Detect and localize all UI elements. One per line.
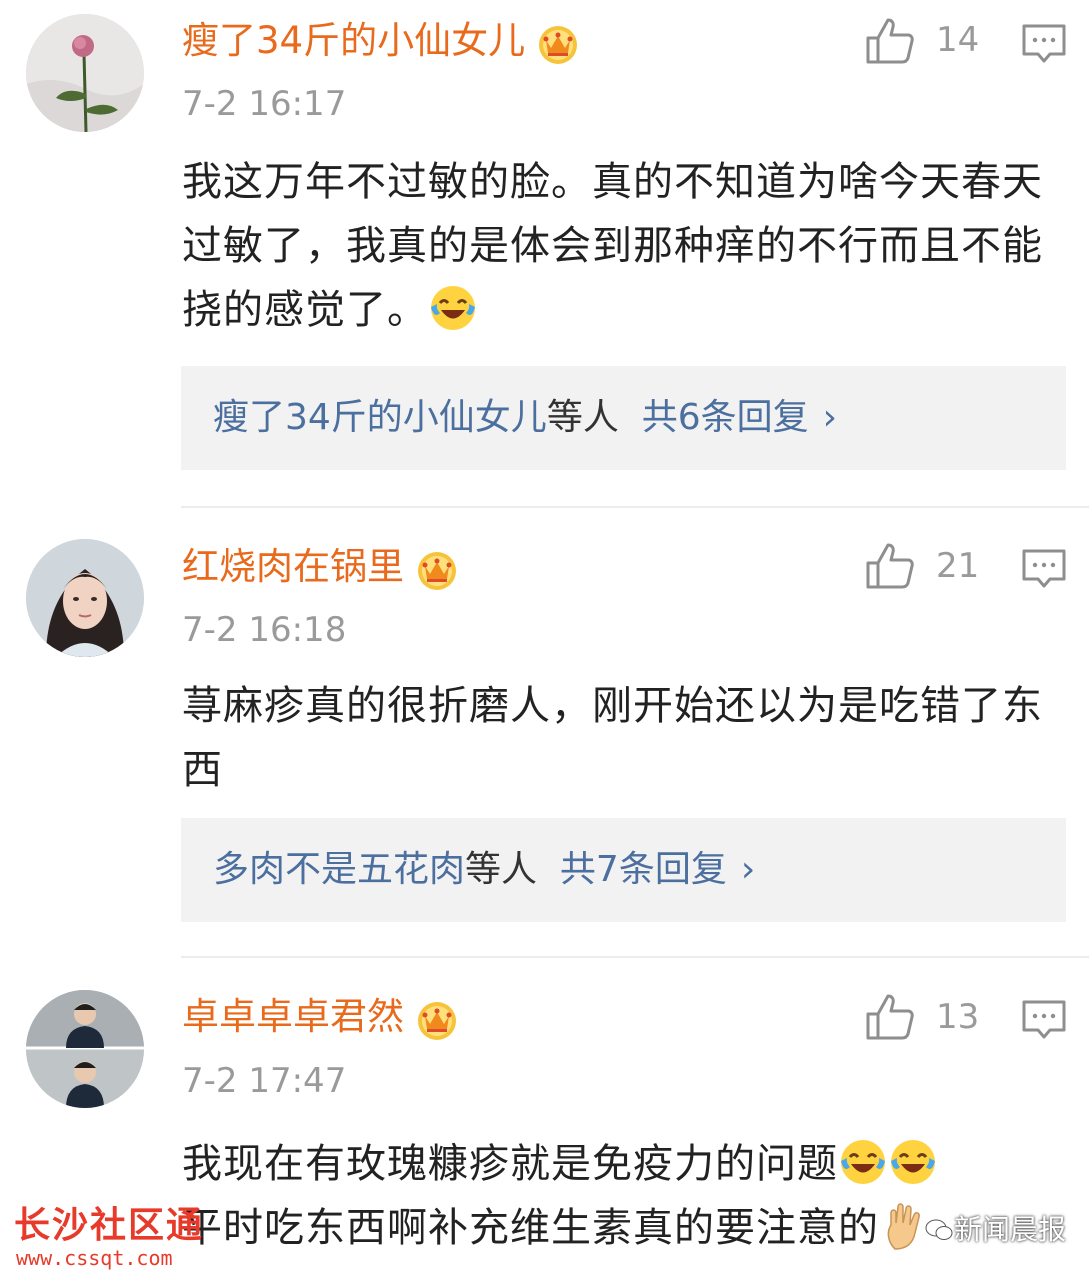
divider [181,956,1089,958]
username-text[interactable]: 卓卓卓卓君然 [182,995,404,1038]
thumbs-up-icon[interactable] [864,992,916,1042]
like-count: 13 [936,997,980,1037]
replies-suffix: 等人 [465,849,538,890]
username[interactable]: 瘦了34斤的小仙女儿 [182,19,581,64]
vip-crown-icon [414,548,460,590]
replies-count[interactable]: 共6条回复 [642,397,809,438]
username[interactable]: 红烧肉在锅里 [182,545,460,590]
thumbs-up-icon[interactable] [864,541,916,591]
watermark-url: www.cssqt.com [16,1246,173,1270]
timestamp: 7-2 16:18 [182,610,347,650]
watermark-logo-text: 长沙社区通 [14,1205,205,1246]
replies-summary-button[interactable]: 多肉不是五花肉等人 共7条回复 › [181,818,1066,922]
vip-crown-icon [414,998,460,1040]
username[interactable]: 卓卓卓卓君然 [182,995,460,1040]
replies-user[interactable]: 瘦了34斤的小仙女儿 [213,397,547,438]
like-count: 21 [936,546,980,586]
watermark-source: 新闻晨报 [924,1212,1066,1248]
laugh-cry-emoji-icon [888,1137,938,1187]
man-portrait-avatar[interactable] [26,990,144,1108]
chevron-right-icon: › [740,849,756,890]
ok-hand-emoji-icon [879,1201,929,1251]
comment-text-line-1: 我现在有玫瑰糠疹就是免疫力的问题 [182,1141,838,1187]
replies-count[interactable]: 共7条回复 [560,849,727,890]
timestamp: 7-2 17:47 [182,1061,347,1101]
laugh-cry-emoji-icon [838,1137,888,1187]
comment-text: 荨麻疹真的很折磨人，刚开始还以为是吃错了东西 [182,683,1043,793]
chevron-right-icon: › [822,397,838,438]
woman-portrait-avatar[interactable] [26,539,144,657]
watermark-source-text: 新闻晨报 [954,1213,1067,1246]
username-text[interactable]: 瘦了34斤的小仙女儿 [182,19,525,62]
reply-icon[interactable] [1020,22,1068,66]
like-count: 14 [936,20,980,60]
reply-icon[interactable] [1020,547,1068,591]
divider [181,506,1089,508]
comment-text: 我这万年不过敏的脸。真的不知道为啥今天春天过敏了，我真的是体会到那种痒的不行而且… [182,150,1072,342]
comment-text-line-2: 平时吃东西啊补充维生素真的要注意的 [182,1205,879,1251]
vip-crown-icon [535,22,581,64]
comment-text-body: 我这万年不过敏的脸。真的不知道为啥今天春天过敏了，我真的是体会到那种痒的不行而且… [182,159,1043,333]
rose-avatar[interactable] [26,14,144,132]
thumbs-up-icon[interactable] [864,16,916,66]
replies-summary-button[interactable]: 瘦了34斤的小仙女儿等人 共6条回复 › [181,366,1066,470]
reply-icon[interactable] [1020,998,1068,1042]
replies-user[interactable]: 多肉不是五花肉 [213,849,465,890]
timestamp: 7-2 16:17 [182,84,347,124]
username-text[interactable]: 红烧肉在锅里 [182,545,404,588]
replies-suffix: 等人 [546,397,619,438]
laugh-cry-emoji-icon [428,283,478,333]
wechat-icon [924,1216,954,1242]
